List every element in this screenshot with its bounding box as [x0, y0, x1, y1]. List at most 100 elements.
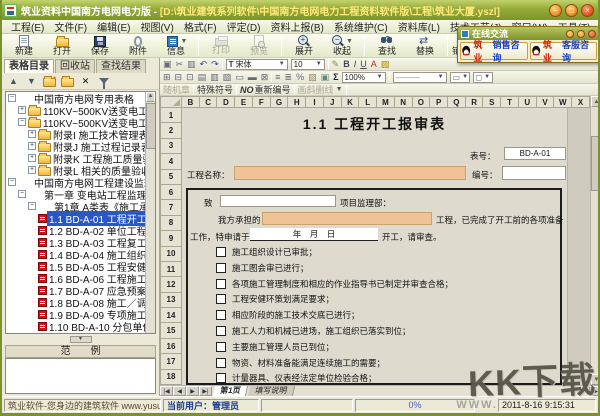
column-header[interactable]: F: [253, 96, 271, 108]
row-header[interactable]: 5: [160, 170, 182, 185]
menu-item[interactable]: 评定(D): [222, 19, 266, 34]
tree-scrollbar[interactable]: ▲: [145, 92, 155, 333]
toolbar-button-new[interactable]: 新建: [6, 34, 42, 57]
image-icon[interactable]: ▣: [321, 72, 330, 83]
checkbox[interactable]: [216, 358, 226, 368]
tool-特殊符号[interactable]: 特殊符号: [197, 83, 233, 96]
toolbar-button-save[interactable]: 保存: [82, 34, 118, 57]
toolbar-button-replace[interactable]: 替换: [407, 34, 443, 57]
toolbar-button-info[interactable]: ▼信息: [158, 34, 194, 57]
tree-expander-icon[interactable]: −: [8, 178, 16, 186]
row-header[interactable]: 3: [160, 139, 182, 154]
checkbox[interactable]: [216, 294, 226, 304]
tree-expander-icon[interactable]: +: [28, 154, 36, 162]
row-header[interactable]: 14: [160, 308, 182, 323]
sidebar-tab-3[interactable]: 查找结果: [96, 59, 146, 73]
tree-expander-icon[interactable]: +: [28, 142, 36, 150]
lock-cell-icon[interactable]: ⊠: [261, 72, 269, 83]
delete-cells-icon[interactable]: ▧: [223, 72, 232, 83]
line-style-select[interactable]: ———▼: [393, 72, 447, 83]
scroll-down-icon[interactable]: ▼: [591, 374, 600, 385]
column-header[interactable]: U: [519, 96, 537, 108]
toolbar-button-print[interactable]: 打印: [203, 34, 239, 57]
vertical-scrollbar[interactable]: ▲ ▼: [590, 96, 600, 385]
sheet-tab-2[interactable]: 填写说明: [248, 386, 295, 396]
column-header[interactable]: D: [217, 96, 235, 108]
tree-expander-icon[interactable]: +: [28, 166, 36, 174]
undertaken-project-field[interactable]: [262, 212, 432, 225]
align-left-icon[interactable]: ▭: [235, 72, 244, 83]
row-header[interactable]: 7: [160, 200, 182, 215]
select-all-corner[interactable]: [160, 96, 182, 108]
fill-color-icon[interactable]: ▨: [308, 72, 317, 83]
delete-icon[interactable]: ✕: [78, 74, 93, 88]
service-consult-button[interactable]: 筑业客服咨询: [530, 42, 598, 60]
column-header[interactable]: O: [413, 96, 431, 108]
font-size-select[interactable]: 10▼: [291, 59, 325, 70]
first-sheet-icon[interactable]: |◀: [160, 386, 173, 396]
column-header[interactable]: W: [554, 96, 572, 108]
chat-close-button[interactable]: [588, 30, 596, 38]
column-header[interactable]: M: [377, 96, 395, 108]
column-header[interactable]: T: [501, 96, 519, 108]
sales-consult-button[interactable]: 筑业销售咨询: [460, 42, 528, 60]
row-header[interactable]: 1: [160, 108, 182, 123]
underline-icon[interactable]: U: [360, 59, 367, 70]
restore-button[interactable]: □: [565, 4, 578, 17]
column-header[interactable]: S: [483, 96, 501, 108]
percent-icon[interactable]: %: [296, 72, 304, 83]
column-header[interactable]: V: [537, 96, 555, 108]
zoom-select[interactable]: 100%▼: [342, 72, 386, 83]
column-header[interactable]: C: [200, 96, 218, 108]
menu-item[interactable]: 视图(V): [135, 19, 178, 34]
merge-center-icon[interactable]: ⊡: [186, 72, 194, 83]
menu-item[interactable]: 系统维护(C): [329, 19, 393, 34]
font-family-select[interactable]: T宋体▼: [226, 59, 288, 70]
row-header[interactable]: 9: [160, 231, 182, 246]
toolbar-button-expand[interactable]: 展开: [286, 34, 322, 57]
redo-icon[interactable]: ↷: [211, 59, 219, 70]
column-header[interactable]: L: [359, 96, 377, 108]
undo-icon[interactable]: ↶: [200, 59, 208, 70]
toolbar-button-attach[interactable]: 附件: [120, 34, 156, 57]
checkbox[interactable]: [216, 342, 226, 352]
column-header[interactable]: B: [182, 96, 200, 108]
italic-icon[interactable]: I: [354, 59, 357, 70]
menu-item[interactable]: 工程(E): [6, 19, 49, 34]
column-header[interactable]: I: [306, 96, 324, 108]
shape-select[interactable]: ▭▼: [450, 72, 470, 83]
hscroll-right-icon[interactable]: ▶: [589, 386, 600, 396]
column-header[interactable]: J: [324, 96, 342, 108]
move-down-icon[interactable]: ▼: [24, 74, 39, 88]
highlight-icon[interactable]: ▨: [381, 59, 390, 70]
column-header[interactable]: E: [235, 96, 253, 108]
insert-row-icon[interactable]: ▤: [198, 72, 207, 83]
chat-restore-button[interactable]: [577, 30, 585, 38]
cut-icon[interactable]: ✂: [176, 59, 184, 70]
new-folder-icon[interactable]: [42, 74, 57, 88]
row-header[interactable]: 2: [160, 123, 182, 138]
toolbar-button-open[interactable]: 打开: [44, 34, 80, 57]
checkbox[interactable]: [216, 310, 226, 320]
tree-expander-icon[interactable]: +: [28, 130, 36, 138]
project-name-field[interactable]: [234, 166, 466, 180]
scroll-up-icon[interactable]: ▲: [591, 96, 600, 107]
toolbar-button-preview[interactable]: 预览: [241, 34, 277, 57]
column-header[interactable]: Q: [448, 96, 466, 108]
toolbar-button-collapse[interactable]: ▼收起: [324, 34, 360, 57]
column-header[interactable]: H: [288, 96, 306, 108]
stamp-select[interactable]: ◻▼: [473, 72, 493, 83]
column-header[interactable]: X: [572, 96, 590, 108]
start-date-field[interactable]: 年 月 日: [250, 228, 378, 241]
row-header[interactable]: 18: [160, 370, 182, 385]
sidebar-tab-2[interactable]: 回收站: [55, 59, 95, 73]
brush-icon[interactable]: ✎: [332, 59, 340, 70]
checkbox[interactable]: [216, 279, 226, 289]
checkbox[interactable]: [216, 373, 226, 383]
row-header[interactable]: 4: [160, 154, 182, 169]
bold-icon[interactable]: B: [343, 59, 350, 70]
checkbox[interactable]: [216, 263, 226, 273]
tree-expander-icon[interactable]: −: [28, 202, 36, 210]
sigma-icon[interactable]: Σ: [333, 72, 338, 83]
copy-icon[interactable]: ▥: [187, 59, 196, 70]
